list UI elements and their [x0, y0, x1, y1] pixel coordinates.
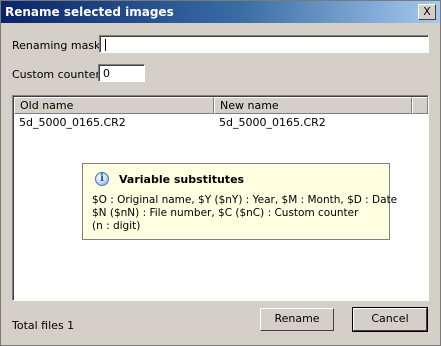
renaming-mask-input[interactable]: [99, 35, 429, 53]
custom-counter-input[interactable]: 0: [98, 64, 145, 82]
column-header-filler: [412, 97, 428, 114]
cancel-button[interactable]: Cancel: [352, 307, 428, 332]
column-header-old-name[interactable]: Old name: [14, 97, 214, 114]
window-title: Rename selected images: [5, 5, 174, 19]
rename-dialog: Rename selected images X Renaming mask C…: [0, 0, 441, 346]
rename-button[interactable]: Rename: [260, 308, 334, 331]
column-header-new-name[interactable]: New name: [214, 97, 412, 114]
old-name-cell: 5d_5000_0165.CR2: [19, 116, 126, 129]
custom-counter-label: Custom counter: [12, 68, 100, 81]
info-icon: i: [95, 172, 109, 186]
title-bar: Rename selected images X: [1, 1, 440, 23]
tooltip-line: $N ($nN) : File number, $C ($nC) : Custo…: [92, 207, 359, 219]
close-button[interactable]: X: [418, 4, 436, 20]
variable-substitutes-tooltip: i Variable substitutes $O : Original nam…: [82, 163, 397, 240]
tooltip-line: $O : Original name, $Y ($nY) : Year, $M …: [92, 194, 398, 206]
renaming-mask-label: Renaming mask: [12, 39, 101, 52]
tooltip-title: Variable substitutes: [119, 173, 245, 186]
text-caret: [105, 39, 106, 51]
total-files-label: Total files 1: [12, 319, 75, 332]
custom-counter-value: 0: [103, 67, 110, 80]
new-name-cell: 5d_5000_0165.CR2: [219, 116, 326, 129]
tooltip-line: (n : digit): [92, 220, 141, 232]
